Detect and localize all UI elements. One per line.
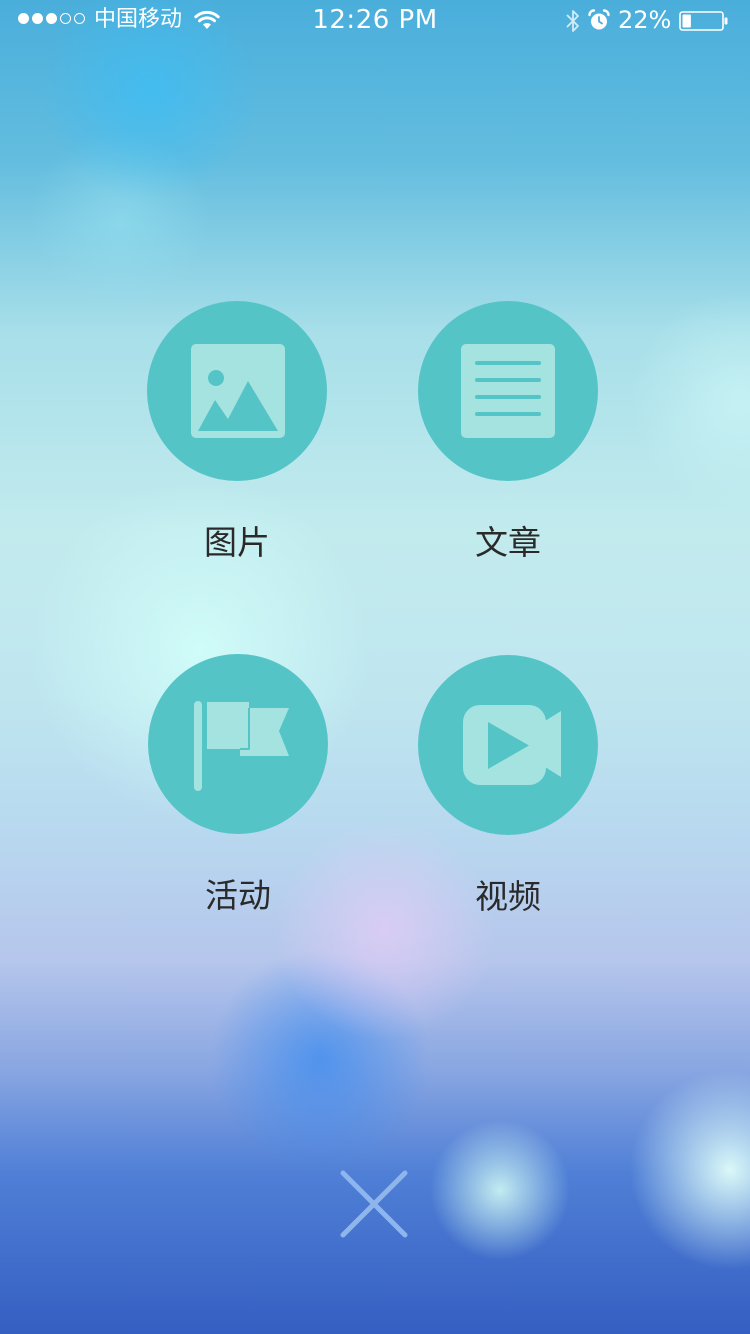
alarm-clock-icon bbox=[588, 9, 610, 30]
menu-item-article[interactable]: 文章 bbox=[418, 301, 598, 562]
battery-icon bbox=[679, 11, 728, 31]
article-icon bbox=[461, 344, 555, 438]
close-button[interactable] bbox=[333, 1163, 415, 1245]
battery-fill bbox=[682, 14, 691, 28]
video-button[interactable] bbox=[418, 655, 598, 835]
close-icon bbox=[340, 1170, 408, 1238]
battery-percentage: 22% bbox=[618, 6, 672, 34]
photos-button[interactable] bbox=[147, 301, 327, 481]
menu-item-video[interactable]: 视频 bbox=[418, 655, 598, 916]
menu-item-event[interactable]: 活动 bbox=[148, 654, 328, 915]
status-bar: 中国移动 12:26 PM 22% bbox=[0, 0, 750, 40]
menu-item-photos[interactable]: 图片 bbox=[147, 301, 327, 562]
video-camera-icon bbox=[463, 705, 561, 785]
flag-icon bbox=[194, 701, 289, 791]
article-button[interactable] bbox=[418, 301, 598, 481]
menu-label-photos: 图片 bbox=[204, 523, 270, 562]
image-icon bbox=[191, 344, 285, 438]
event-button[interactable] bbox=[148, 654, 328, 834]
menu-label-article: 文章 bbox=[475, 523, 541, 562]
menu-label-event: 活动 bbox=[205, 876, 271, 915]
menu-label-video: 视频 bbox=[475, 877, 541, 916]
bluetooth-icon bbox=[566, 10, 579, 32]
